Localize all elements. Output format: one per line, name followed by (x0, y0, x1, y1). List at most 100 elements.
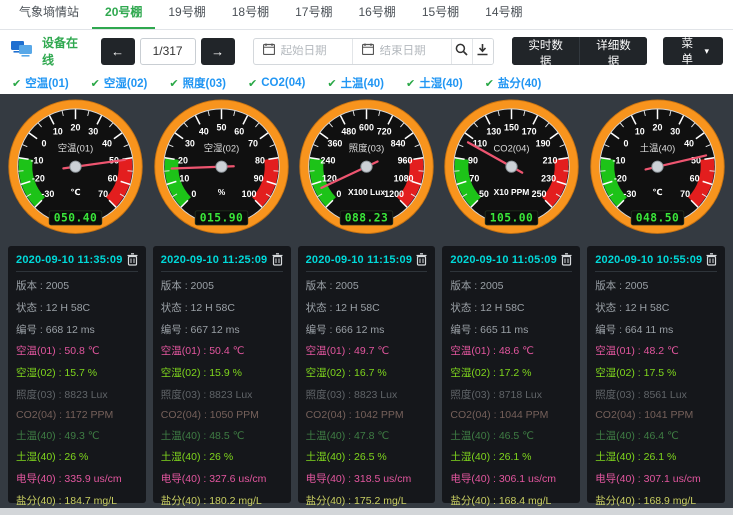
panel-row: 空湿(02) : 17.5 % (595, 365, 717, 380)
svg-text:50: 50 (479, 189, 489, 199)
start-date-input[interactable] (281, 45, 343, 57)
svg-text:照度(03): 照度(03) (349, 143, 384, 154)
start-date-field[interactable] (254, 39, 353, 64)
panel-row: 盐分(40) : 175.2 mg/L (306, 493, 428, 508)
chevron-down-icon: ▾ (704, 46, 709, 57)
trash-icon[interactable] (127, 253, 138, 266)
filter-4[interactable]: ✔土温(40) (327, 75, 384, 91)
panel-rows: 版本 : 2005状态 : 12 H 58C编号 : 667 12 ms空温(0… (161, 278, 283, 515)
svg-text:130: 130 (487, 127, 502, 137)
toolbar: 设备在线 ← 1/317 → 实时数据 (0, 30, 733, 72)
svg-text:30: 30 (670, 127, 680, 137)
download-button[interactable] (473, 39, 494, 64)
panel-row: 土湿(40) : 26.1 % (595, 449, 717, 464)
filter-3[interactable]: ✔CO2(04) (248, 77, 305, 90)
panel-row: CO2(04) : 1172 PPM (16, 409, 138, 421)
check-icon: ✔ (169, 77, 178, 90)
panel-row: 照度(03) : 8823 Lux (161, 387, 283, 402)
filter-label: 土湿(40) (419, 75, 462, 91)
svg-text:480: 480 (341, 127, 356, 137)
svg-text:1080: 1080 (394, 174, 414, 184)
svg-text:0: 0 (623, 139, 628, 149)
panel-row: 空湿(02) : 15.7 % (16, 365, 138, 380)
dashboard: -30-20-10010203040506070空温(01)℃050.40010… (0, 94, 733, 515)
filter-1[interactable]: ✔空湿(02) (91, 75, 148, 91)
panel-row: 空温(01) : 48.2 ℃ (595, 343, 717, 358)
svg-text:960: 960 (398, 155, 413, 165)
panel-row: 状态 : 12 H 58C (161, 300, 283, 315)
check-icon: ✔ (406, 77, 415, 90)
svg-text:0: 0 (336, 189, 341, 199)
filter-0[interactable]: ✔空温(01) (12, 75, 69, 91)
svg-text:60: 60 (108, 174, 118, 184)
tab-2[interactable]: 19号棚 (155, 0, 218, 29)
panel-row: 空温(01) : 50.8 ℃ (16, 343, 138, 358)
panel-row: 空温(01) : 48.6 ℃ (450, 343, 572, 358)
panel-row: 盐分(40) : 180.2 mg/L (161, 493, 283, 508)
tab-3[interactable]: 18号棚 (219, 0, 282, 29)
gauge-4: -30-20-10010203040506070土温(40)℃048.50 (587, 99, 728, 240)
check-icon: ✔ (248, 77, 257, 90)
realtime-data-button[interactable]: 实时数据 (512, 37, 579, 65)
gauges-row: -30-20-10010203040506070空温(01)℃050.40010… (0, 94, 733, 242)
panel-row: 土温(40) : 47.8 ℃ (306, 428, 428, 443)
svg-text:空温(01): 空温(01) (58, 143, 93, 154)
next-page-button[interactable]: → (201, 38, 235, 65)
panel-row: 空湿(02) : 17.2 % (450, 365, 572, 380)
svg-text:空湿(02): 空湿(02) (203, 143, 238, 154)
panel-row: 电导(40) : 335.9 us/cm (16, 471, 138, 486)
detail-data-button[interactable]: 详细数据 (579, 37, 647, 65)
svg-text:X100 Lux: X100 Lux (348, 187, 385, 197)
data-panel-0: 2020-09-10 11:35:09版本 : 2005状态 : 12 H 58… (8, 246, 146, 503)
data-panel-4: 2020-09-10 10:55:09版本 : 2005状态 : 12 H 58… (587, 246, 725, 503)
filter-label: 空湿(02) (104, 75, 147, 91)
page-indicator[interactable]: 1/317 (140, 38, 196, 65)
svg-text:10: 10 (53, 127, 63, 137)
panel-row: 电导(40) : 318.5 us/cm (306, 471, 428, 486)
svg-text:015.90: 015.90 (199, 212, 243, 225)
svg-text:40: 40 (684, 139, 694, 149)
search-button[interactable] (452, 39, 473, 64)
svg-text:70: 70 (470, 174, 480, 184)
panel-row: CO2(04) : 1041 PPM (595, 409, 717, 421)
tab-5[interactable]: 16号棚 (345, 0, 408, 29)
tab-6[interactable]: 15号棚 (409, 0, 472, 29)
svg-text:70: 70 (248, 139, 258, 149)
end-date-field[interactable] (353, 39, 452, 64)
trash-icon[interactable] (416, 253, 427, 266)
gauge-1: 0102030405060708090100空湿(02)%015.90 (151, 99, 292, 240)
trash-icon[interactable] (706, 253, 717, 266)
tab-7[interactable]: 14号棚 (472, 0, 535, 29)
filter-2[interactable]: ✔ 照度(03) (169, 75, 226, 91)
filter-label: 照度(03) (183, 75, 226, 91)
panel-row: 状态 : 12 H 58C (595, 300, 717, 315)
svg-text:0: 0 (42, 139, 47, 149)
panel-timestamp: 2020-09-10 10:55:09 (595, 254, 702, 266)
end-date-input[interactable] (380, 45, 442, 57)
menu-button[interactable]: 菜单 ▾ (663, 37, 723, 65)
tab-1[interactable]: 20号棚 (92, 0, 155, 29)
panel-row: 照度(03) : 8561 Lux (595, 387, 717, 402)
svg-text:050.40: 050.40 (54, 212, 98, 225)
panel-row: 电导(40) : 327.6 us/cm (161, 471, 283, 486)
trash-icon[interactable] (272, 253, 283, 266)
svg-text:-10: -10 (31, 155, 44, 165)
tab-4[interactable]: 17号棚 (282, 0, 345, 29)
filter-6[interactable]: ✔盐分(40) (485, 75, 542, 91)
svg-text:90: 90 (468, 155, 478, 165)
panel-row: 版本 : 2005 (161, 278, 283, 293)
panel-header: 2020-09-10 11:35:09 (16, 253, 138, 272)
trash-icon[interactable] (561, 253, 572, 266)
filter-5[interactable]: ✔ 土湿(40) (406, 75, 463, 91)
svg-text:840: 840 (391, 139, 406, 149)
panel-row: 土温(40) : 46.4 ℃ (595, 428, 717, 443)
prev-page-button[interactable]: ← (101, 38, 135, 65)
svg-text:048.50: 048.50 (635, 212, 679, 225)
svg-text:10: 10 (179, 174, 189, 184)
tab-0[interactable]: 气象墒情站 (6, 0, 92, 29)
panel-row: 编号 : 665 11 ms (450, 322, 572, 337)
device-monitors-icon (10, 39, 34, 64)
svg-text:-10: -10 (612, 155, 625, 165)
bottom-strip (0, 508, 733, 515)
data-panel-3: 2020-09-10 11:05:09版本 : 2005状态 : 12 H 58… (442, 246, 580, 503)
